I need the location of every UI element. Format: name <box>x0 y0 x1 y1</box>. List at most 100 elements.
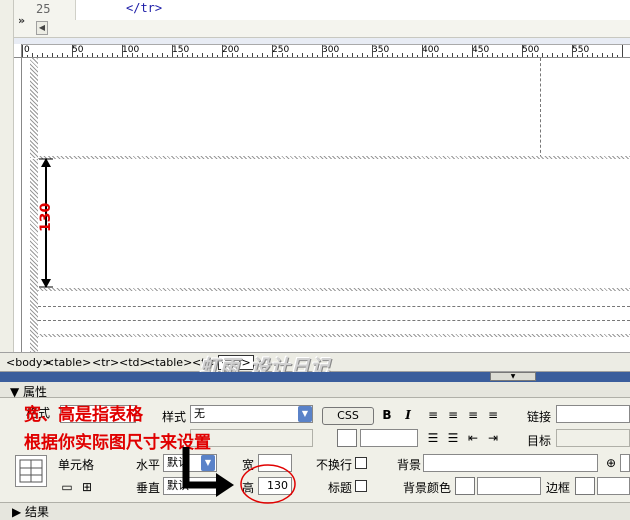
ruler-tick-label: 400 <box>422 45 440 55</box>
ruler-tick <box>87 55 88 57</box>
align-justify-icon[interactable]: ≡ <box>484 406 502 424</box>
ruler-tick <box>242 53 243 57</box>
ruler-tick <box>502 53 503 57</box>
ruler-tick <box>487 55 488 57</box>
ruler-tick <box>507 55 508 57</box>
ruler-corner[interactable] <box>14 44 22 58</box>
height-measure-label: 130 <box>38 202 54 232</box>
cell-border <box>38 320 630 321</box>
ruler-tick <box>327 55 328 57</box>
ruler-tick <box>102 53 103 57</box>
border-color-swatch[interactable] <box>575 477 595 495</box>
ruler-tick <box>47 55 48 57</box>
bgcolor-input[interactable] <box>477 477 541 495</box>
outdent-icon[interactable]: ⇤ <box>464 429 482 447</box>
vertical-ruler <box>14 58 22 352</box>
tag-table[interactable]: <table> <box>146 356 192 369</box>
ruler-tick <box>497 55 498 57</box>
target-select[interactable] <box>556 429 630 447</box>
collapse-icon[interactable]: » <box>18 14 25 27</box>
tag-table[interactable]: <table> <box>45 356 91 369</box>
css-button[interactable]: CSS <box>322 407 374 425</box>
text-color-input[interactable] <box>360 429 418 447</box>
ruler-tick <box>457 55 458 57</box>
merge-cells-icon[interactable]: ▭ <box>58 478 76 496</box>
browse-folder-icon[interactable]: ⊕ <box>602 454 620 472</box>
chevron-down-icon[interactable]: ▼ <box>298 406 312 422</box>
style-select[interactable]: 无 <box>190 405 313 423</box>
ruler-tick-label: 150 <box>172 45 190 55</box>
code-scrollbar[interactable] <box>14 20 630 38</box>
ruler-tick <box>147 55 148 57</box>
ruler-tick-label: 500 <box>522 45 540 55</box>
ruler-tick <box>602 53 603 57</box>
ruler-tick <box>357 55 358 57</box>
ordered-list-icon[interactable]: ☰ <box>444 429 462 447</box>
panel-collapse-icon[interactable]: ▼ <box>490 372 536 381</box>
cell-label: 单元格 <box>58 458 95 472</box>
ruler-tick <box>477 55 478 57</box>
ruler-tick <box>362 53 363 57</box>
ruler-tick <box>402 53 403 57</box>
ruler-tick <box>552 53 553 57</box>
horizontal-ruler: 0 50 100 150 200 250 300 350 400 450 500… <box>22 44 630 58</box>
ruler-tick <box>567 55 568 57</box>
bold-button[interactable]: B <box>378 406 396 424</box>
ruler-tick-label: 250 <box>272 45 290 55</box>
background-browse[interactable] <box>620 454 630 472</box>
align-left-icon[interactable]: ≡ <box>424 406 442 424</box>
ruler-tick <box>27 55 28 57</box>
ruler-tick <box>542 53 543 57</box>
align-right-icon[interactable]: ≡ <box>464 406 482 424</box>
ruler-tick <box>297 55 298 57</box>
ruler-tick <box>512 53 513 57</box>
ruler-tick <box>337 55 338 57</box>
header-checkbox[interactable] <box>355 480 367 492</box>
split-cell-icon[interactable]: ⊞ <box>78 478 96 496</box>
code-line[interactable]: </tr> <box>126 1 162 15</box>
ruler-tick <box>177 55 178 57</box>
ruler-tick <box>267 55 268 57</box>
ruler-tick <box>52 53 53 57</box>
design-canvas[interactable] <box>22 58 630 352</box>
nowrap-checkbox[interactable] <box>355 457 367 469</box>
ruler-tick <box>557 55 558 57</box>
ruler-tick-label: 0 <box>24 45 30 55</box>
ruler-tick <box>222 45 223 57</box>
ruler-tick <box>532 53 533 57</box>
border-color-input[interactable] <box>597 477 630 495</box>
results-panel-bar[interactable]: ▶ 结果 <box>0 502 630 520</box>
italic-button[interactable]: I <box>399 406 417 424</box>
indent-icon[interactable]: ⇥ <box>484 429 502 447</box>
ruler-tick-label: 350 <box>372 45 390 55</box>
align-center-icon[interactable]: ≡ <box>444 406 462 424</box>
ruler-tick <box>312 53 313 57</box>
vertical-align-label: 垂直 <box>136 481 161 495</box>
ruler-tick <box>377 55 378 57</box>
unordered-list-icon[interactable]: ☰ <box>424 429 442 447</box>
text-color-swatch[interactable] <box>337 429 357 447</box>
ruler-tick <box>382 53 383 57</box>
ruler-tick <box>387 55 388 57</box>
bgcolor-swatch[interactable] <box>455 477 475 495</box>
tag-td[interactable]: <td> <box>119 356 149 369</box>
ruler-tick <box>332 53 333 57</box>
scroll-left-icon[interactable]: ◀ <box>36 21 48 35</box>
ruler-tick-label: 100 <box>122 45 140 55</box>
ruler-tick-label: 450 <box>472 45 490 55</box>
ruler-tick <box>157 55 158 57</box>
tag-tr[interactable]: <tr> <box>92 356 119 369</box>
ruler-tick <box>572 45 573 57</box>
ruler-tick <box>237 55 238 57</box>
ruler-tick <box>417 55 418 57</box>
ruler-tick <box>127 55 128 57</box>
ruler-tick <box>142 53 143 57</box>
ruler-tick <box>392 53 393 57</box>
properties-title-bar[interactable]: ▼ 属性 <box>0 382 630 399</box>
background-input[interactable] <box>423 454 598 472</box>
ruler-tick <box>607 55 608 57</box>
ruler-tick <box>97 55 98 57</box>
ruler-tick <box>162 53 163 57</box>
link-input[interactable] <box>556 405 630 423</box>
ruler-tick <box>322 45 323 57</box>
